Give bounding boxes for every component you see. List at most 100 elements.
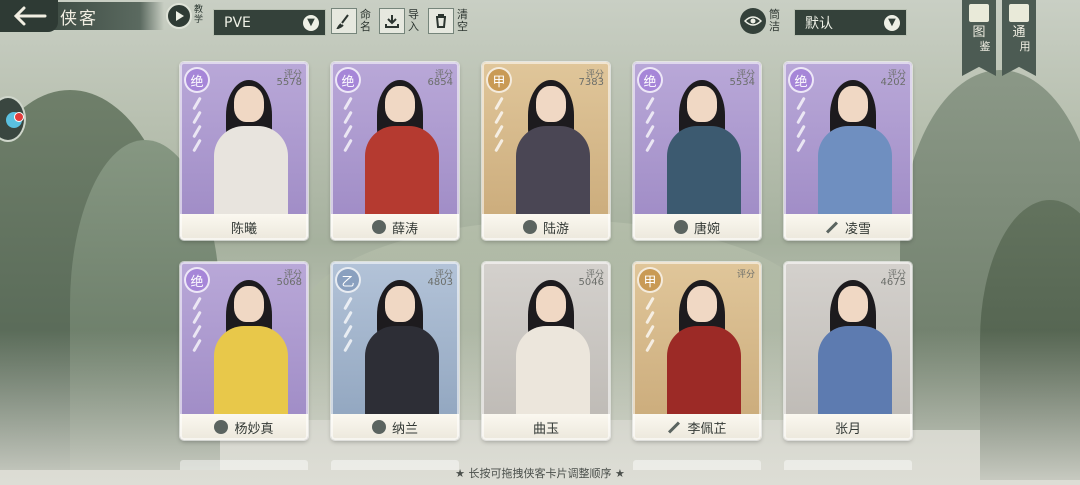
sort-value: 默认 bbox=[805, 15, 833, 32]
rank-badge: 乙 bbox=[335, 267, 361, 293]
name-bar: 杨妙真 bbox=[180, 414, 308, 440]
hero-name: 纳兰 bbox=[391, 421, 418, 437]
name-bar: 凌雪 bbox=[784, 214, 912, 240]
page-title: 侠客 bbox=[60, 8, 98, 29]
chevron-down-icon: ▼ bbox=[884, 15, 900, 31]
general-button[interactable]: 通 用 bbox=[1002, 0, 1036, 76]
clear-label: 清空 bbox=[457, 8, 468, 33]
star-tick bbox=[343, 310, 353, 325]
notification-dot bbox=[14, 112, 24, 122]
hero-name: 薛涛 bbox=[391, 221, 418, 237]
atlas-button[interactable]: 图 鉴 bbox=[962, 0, 996, 76]
import-label: 导入 bbox=[408, 8, 419, 33]
star-tick bbox=[494, 124, 504, 139]
hero-card[interactable]: 绝评分 4202 凌雪 bbox=[784, 62, 912, 240]
star-tick bbox=[192, 124, 202, 139]
hero-card[interactable]: 评分 5046 曲玉 bbox=[482, 262, 610, 440]
play-icon bbox=[166, 3, 192, 29]
rename-button[interactable]: 命名 bbox=[331, 6, 372, 36]
scroll-icon bbox=[1009, 4, 1029, 22]
name-bar: 曲玉 bbox=[482, 414, 610, 440]
star-tick bbox=[796, 138, 806, 153]
hero-portrait bbox=[208, 280, 294, 416]
name-bar: 薛涛 bbox=[331, 214, 459, 240]
star-tick bbox=[343, 124, 353, 139]
star-tick bbox=[343, 138, 353, 153]
hero-name: 李佩芷 bbox=[687, 421, 727, 437]
star-tick bbox=[645, 110, 655, 125]
sword-icon bbox=[668, 420, 681, 434]
brush-icon bbox=[331, 8, 357, 34]
import-button[interactable]: 导入 bbox=[379, 6, 420, 36]
star-tick bbox=[645, 124, 655, 139]
star-tick bbox=[192, 110, 202, 125]
rank-badge: 绝 bbox=[184, 67, 210, 93]
filter-toggle[interactable]: 筒洁 bbox=[740, 8, 781, 34]
hero-card[interactable]: 绝评分 6854 薛涛 bbox=[331, 62, 459, 240]
hero-portrait bbox=[359, 80, 445, 216]
general-label: 通 bbox=[1012, 25, 1026, 40]
hero-card[interactable]: 绝评分 5578 陈曦 bbox=[180, 62, 308, 240]
hero-name: 张月 bbox=[834, 421, 861, 437]
hero-card[interactable]: 绝评分 5068 杨妙真 bbox=[180, 262, 308, 440]
back-arrow-icon bbox=[13, 6, 47, 26]
star-tick bbox=[796, 124, 806, 139]
score-value: 7383 bbox=[578, 77, 604, 88]
back-button[interactable] bbox=[0, 0, 58, 32]
hero-portrait bbox=[661, 80, 747, 216]
star-tick bbox=[645, 310, 655, 325]
name-bar: 陆游 bbox=[482, 214, 610, 240]
rank-badge: 甲 bbox=[637, 267, 663, 293]
hero-portrait bbox=[208, 80, 294, 216]
hero-name: 唐婉 bbox=[693, 221, 720, 237]
rank-badge: 甲 bbox=[486, 67, 512, 93]
name-bar: 纳兰 bbox=[331, 414, 459, 440]
eye-icon bbox=[740, 8, 766, 34]
star-tick bbox=[343, 338, 353, 353]
name-bar: 唐婉 bbox=[633, 214, 761, 240]
rank-badge: 绝 bbox=[637, 67, 663, 93]
top-bar: 侠客 教学 PVE ▼ 命名 导入 清空 筒洁 默认 ▼ 图 鉴 通 用 bbox=[0, 0, 1080, 76]
star-tick bbox=[192, 324, 202, 339]
hero-name: 杨妙真 bbox=[234, 421, 274, 437]
star-tick bbox=[192, 296, 202, 311]
import-icon bbox=[379, 8, 405, 34]
score-value: 4202 bbox=[880, 77, 906, 88]
hero-card[interactable]: 乙评分 4803 纳兰 bbox=[331, 262, 459, 440]
star-tick bbox=[192, 338, 202, 353]
rank-badge: 绝 bbox=[788, 67, 814, 93]
star-tick bbox=[645, 138, 655, 153]
mode-dropdown[interactable]: PVE ▼ bbox=[213, 9, 326, 36]
star-tick bbox=[343, 296, 353, 311]
star-tick bbox=[192, 96, 202, 111]
hero-card[interactable]: 绝评分 5534 唐婉 bbox=[633, 62, 761, 240]
drag-hint: ★ 长按可拖拽侠客卡片调整顺序 ★ bbox=[455, 467, 625, 480]
general-label-2: 用 bbox=[1019, 40, 1031, 53]
clear-button[interactable]: 清空 bbox=[428, 6, 469, 36]
star-tick bbox=[343, 96, 353, 111]
hero-card[interactable]: 评分 4675 张月 bbox=[784, 262, 912, 440]
book-icon bbox=[969, 4, 989, 22]
sort-dropdown[interactable]: 默认 ▼ bbox=[794, 9, 907, 36]
atlas-label-2: 鉴 bbox=[979, 40, 991, 53]
filter-label: 筒洁 bbox=[769, 8, 780, 33]
hero-portrait bbox=[812, 280, 898, 416]
score-value: 4803 bbox=[427, 277, 453, 288]
hero-name: 曲玉 bbox=[532, 421, 559, 437]
tutorial-label: 教学 bbox=[194, 5, 204, 25]
hero-card[interactable]: 甲评分 7383 陆游 bbox=[482, 62, 610, 240]
star-tick bbox=[645, 324, 655, 339]
star-tick bbox=[796, 110, 806, 125]
score-value: 4675 bbox=[880, 277, 906, 288]
hero-name: 凌雪 bbox=[844, 221, 871, 237]
title-plate: 侠客 bbox=[44, 2, 164, 30]
star-tick bbox=[192, 310, 202, 325]
rename-label: 命名 bbox=[360, 8, 371, 33]
hero-portrait bbox=[661, 280, 747, 416]
hero-portrait bbox=[812, 80, 898, 216]
tutorial-button[interactable]: 教学 bbox=[166, 3, 204, 33]
score-value: 5578 bbox=[276, 77, 302, 88]
score-value: 5068 bbox=[276, 277, 302, 288]
lotus-icon bbox=[522, 220, 537, 234]
hero-card[interactable]: 甲 评分 李佩芷 bbox=[633, 262, 761, 440]
